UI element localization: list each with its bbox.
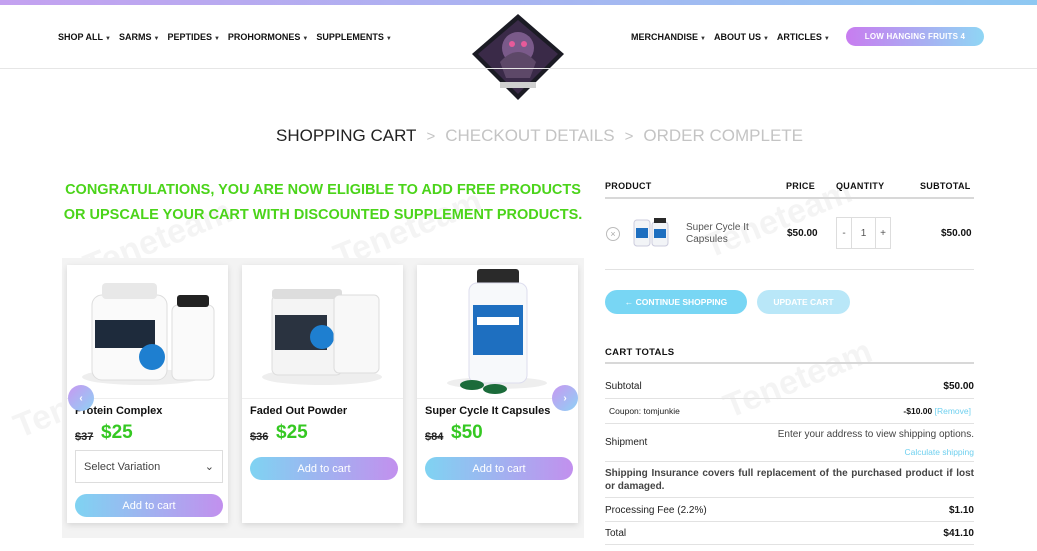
cart-item-subtotal: $50.00 xyxy=(941,228,972,239)
watermark: Teneteam xyxy=(718,332,877,427)
variation-select-value: Select Variation xyxy=(84,460,161,473)
cart-item-name[interactable]: Super Cycle It Capsules xyxy=(686,222,766,246)
total-label: Total xyxy=(605,528,627,539)
coupon-value: -$10.00 xyxy=(903,406,933,416)
product-name[interactable]: Super Cycle It Capsules xyxy=(425,405,550,417)
brand-logo[interactable] xyxy=(470,12,566,102)
low-hanging-fruits-button[interactable]: LOW HANGING FRUITS 4 xyxy=(846,27,984,46)
totals-row-divider xyxy=(605,423,974,424)
sale-price: $25 xyxy=(276,422,308,443)
step-shopping-cart[interactable]: SHOPPING CART xyxy=(276,126,416,146)
shipment-text: Enter your address to view shipping opti… xyxy=(777,429,974,440)
main-nav-left: SHOP ALL ▼ SARMS ▼ PEPTIDES ▼ PROHORMONES ▼ … xyxy=(58,20,392,54)
calculate-shipping-link[interactable]: Calculate shipping xyxy=(905,447,974,457)
product-image[interactable] xyxy=(417,265,578,398)
sale-price: $50 xyxy=(451,422,483,443)
totals-divider xyxy=(605,362,974,364)
col-subtotal: SUBTOTAL xyxy=(920,181,971,191)
old-price: $36 xyxy=(250,431,269,443)
chevron-right-icon: › xyxy=(563,392,567,404)
total-value: $41.10 xyxy=(943,528,974,539)
nav-prohormones[interactable]: PROHORMONES ▼ xyxy=(228,32,308,42)
top-gradient-bar xyxy=(0,0,1037,5)
totals-row-divider xyxy=(605,398,974,399)
product-card-faded-out: Faded Out Powder $36 $25 Add to cart xyxy=(242,265,403,523)
carousel-next-button[interactable]: › xyxy=(552,385,578,411)
coupon-value-wrap: -$10.00 [Remove] xyxy=(903,406,971,416)
continue-shopping-button[interactable]: ← CONTINUE SHOPPING xyxy=(605,290,747,314)
old-price: $84 xyxy=(425,431,444,443)
cart-item-thumbnail[interactable] xyxy=(632,216,670,248)
shipment-label: Shipment xyxy=(605,437,648,448)
remove-coupon-link[interactable]: [Remove] xyxy=(935,406,971,416)
col-product: PRODUCT xyxy=(605,181,652,191)
product-image[interactable] xyxy=(67,265,228,398)
coupon-label: Coupon: tomjunkie xyxy=(609,406,680,416)
subtotal-value: $50.00 xyxy=(943,381,974,392)
subtotal-label: Subtotal xyxy=(605,381,642,392)
add-to-cart-button[interactable]: Add to cart xyxy=(75,494,223,517)
card-divider xyxy=(242,398,403,399)
chevron-down-icon: ⌄ xyxy=(204,461,214,473)
col-quantity: QUANTITY xyxy=(836,181,885,191)
quantity-increase-button[interactable]: + xyxy=(876,218,890,248)
old-price: $37 xyxy=(75,431,94,443)
quantity-decrease-button[interactable]: - xyxy=(837,218,851,248)
add-to-cart-button[interactable]: Add to cart xyxy=(425,457,573,480)
nav-merchandise[interactable]: MERCHANDISE ▼ xyxy=(631,32,706,42)
nav-supplements[interactable]: SUPPLEMENTS ▼ xyxy=(316,32,391,42)
add-to-cart-button[interactable]: Add to cart xyxy=(250,457,398,480)
product-name[interactable]: Faded Out Powder xyxy=(250,405,347,417)
totals-row-divider xyxy=(605,461,974,462)
product-image[interactable] xyxy=(242,265,403,398)
chevron-left-icon: ‹ xyxy=(79,392,83,404)
nav-about-us[interactable]: ABOUT US ▼ xyxy=(714,32,769,42)
header-divider xyxy=(0,68,1037,69)
nav-sarms[interactable]: SARMS ▼ xyxy=(119,32,159,42)
totals-row-divider xyxy=(605,497,974,498)
close-icon: × xyxy=(610,229,616,239)
cart-item-price: $50.00 xyxy=(787,228,818,239)
cart-totals-title: CART TOTALS xyxy=(605,347,675,358)
nav-shop-all[interactable]: SHOP ALL ▼ xyxy=(58,32,111,42)
shipping-insurance-note: Shipping Insurance covers full replaceme… xyxy=(605,468,974,492)
nav-peptides[interactable]: PEPTIDES ▼ xyxy=(167,32,219,42)
remove-item-button[interactable]: × xyxy=(606,227,620,241)
totals-row-divider xyxy=(605,544,974,545)
upsell-message: CONGRATULATIONS, YOU ARE NOW ELIGIBLE TO… xyxy=(63,182,583,223)
variation-select[interactable]: Select Variation ⌄ xyxy=(75,450,223,483)
update-cart-button[interactable]: UPDATE CART xyxy=(757,290,850,314)
processing-fee-label: Processing Fee (2.2%) xyxy=(605,505,707,516)
checkout-steps: SHOPPING CART > CHECKOUT DETAILS > ORDER… xyxy=(276,126,803,146)
step-separator: > xyxy=(426,127,436,145)
quantity-stepper[interactable]: - 1 + xyxy=(836,217,891,249)
sale-price: $25 xyxy=(101,422,133,443)
step-separator: > xyxy=(624,127,634,145)
step-order-complete: ORDER COMPLETE xyxy=(643,126,804,145)
step-checkout-details[interactable]: CHECKOUT DETAILS xyxy=(445,126,614,146)
nav-articles[interactable]: ARTICLES ▼ xyxy=(777,32,830,42)
processing-fee-value: $1.10 xyxy=(948,505,974,516)
quantity-input[interactable]: 1 xyxy=(851,218,876,248)
main-nav-right: MERCHANDISE ▼ ABOUT US ▼ ARTICLES ▼ xyxy=(631,20,830,54)
totals-row-divider xyxy=(605,521,974,522)
watermark: Teneteam xyxy=(698,172,857,267)
col-price: PRICE xyxy=(786,181,816,191)
table-row-divider xyxy=(605,269,974,270)
carousel-prev-button[interactable]: ‹ xyxy=(68,385,94,411)
table-header-divider xyxy=(605,197,974,199)
